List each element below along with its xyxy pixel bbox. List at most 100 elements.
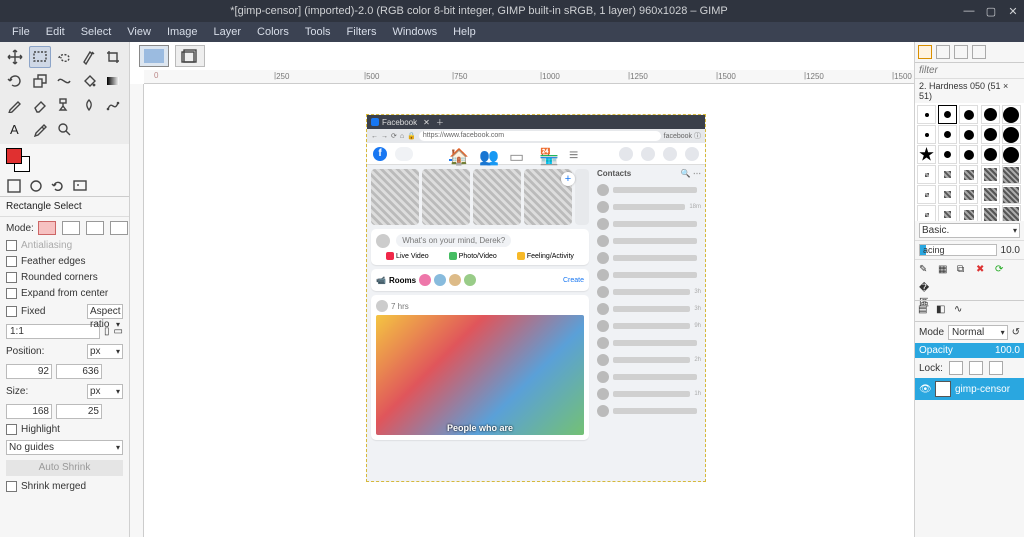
fg-color[interactable] <box>6 148 22 164</box>
brush-cell[interactable] <box>981 105 1000 124</box>
visibility-icon[interactable]: 👁 <box>919 384 931 395</box>
tab-patterns[interactable] <box>936 45 950 59</box>
highlight-checkbox[interactable] <box>6 424 17 435</box>
menu-filters[interactable]: Filters <box>339 24 385 40</box>
menu-image[interactable]: Image <box>159 24 206 40</box>
position-y[interactable]: 636 <box>56 364 102 379</box>
tab-channels[interactable]: ◧ <box>936 304 950 318</box>
brush-cell[interactable] <box>959 165 978 184</box>
spacing-slider[interactable]: acing <box>919 244 997 256</box>
menu-view[interactable]: View <box>119 24 159 40</box>
brush-cell[interactable] <box>1002 165 1021 184</box>
blend-mode-select[interactable]: Normal <box>948 325 1008 340</box>
path-tool[interactable] <box>102 94 124 116</box>
layer-name[interactable]: gimp-censor <box>955 384 1010 395</box>
tab-layers[interactable]: ▤ <box>918 304 932 318</box>
menu-select[interactable]: Select <box>73 24 120 40</box>
brush-cell[interactable] <box>981 125 1000 144</box>
rectangle-select-tool[interactable] <box>29 46 51 68</box>
rotate-tool[interactable] <box>4 70 26 92</box>
canvas-area[interactable]: Facebook ✕＋ ← → ⟳ ⌂ 🔒 https://www.facebo… <box>144 84 914 537</box>
color-swatches[interactable] <box>0 144 129 176</box>
opacity-slider[interactable]: Opacity 100.0 <box>915 343 1024 358</box>
brush-cell[interactable] <box>959 125 978 144</box>
open-as-image-icon[interactable]: �區 <box>919 283 932 296</box>
brush-cell[interactable] <box>917 205 936 221</box>
tab-fonts[interactable] <box>954 45 968 59</box>
aspect-field[interactable]: 1:1 <box>6 324 100 339</box>
brush-cell[interactable] <box>938 105 957 124</box>
menu-windows[interactable]: Windows <box>384 24 445 40</box>
gradient-tool[interactable] <box>102 70 124 92</box>
menu-tools[interactable]: Tools <box>297 24 339 40</box>
brush-cell[interactable] <box>938 145 957 164</box>
shrink-merged-checkbox[interactable] <box>6 481 17 492</box>
color-picker-tool[interactable] <box>29 118 51 140</box>
brush-cell[interactable] <box>1002 105 1021 124</box>
position-x[interactable]: 92 <box>6 364 52 379</box>
duplicate-brush-icon[interactable]: ⧉ <box>957 264 970 277</box>
refresh-brush-icon[interactable]: ⟳ <box>995 264 1008 277</box>
tab-paths[interactable]: ∿ <box>954 304 968 318</box>
eraser-tool[interactable] <box>29 94 51 116</box>
expand-checkbox[interactable] <box>6 288 17 299</box>
mode-add[interactable] <box>62 221 80 235</box>
brush-cell[interactable] <box>959 145 978 164</box>
delete-brush-icon[interactable]: ✖ <box>976 264 989 277</box>
lock-position[interactable] <box>969 361 983 375</box>
tab-history[interactable] <box>972 45 986 59</box>
free-select-tool[interactable] <box>53 46 75 68</box>
tab-images[interactable] <box>72 178 88 194</box>
brush-cell[interactable] <box>981 185 1000 204</box>
smudge-tool[interactable] <box>78 94 100 116</box>
brush-cell[interactable] <box>938 165 957 184</box>
move-tool[interactable] <box>4 46 26 68</box>
brush-cell[interactable] <box>959 205 978 221</box>
brush-filter-input[interactable] <box>919 65 1024 76</box>
mode-subtract[interactable] <box>86 221 104 235</box>
menu-edit[interactable]: Edit <box>38 24 73 40</box>
position-unit[interactable]: px <box>87 344 123 359</box>
tab-tool-options[interactable] <box>6 178 22 194</box>
feather-checkbox[interactable] <box>6 256 17 267</box>
rounded-checkbox[interactable] <box>6 272 17 283</box>
brush-cell[interactable] <box>1002 145 1021 164</box>
zoom-tool[interactable] <box>53 118 75 140</box>
menu-help[interactable]: Help <box>445 24 484 40</box>
pencil-tool[interactable] <box>4 94 26 116</box>
mode-intersect[interactable] <box>110 221 128 235</box>
scale-tool[interactable] <box>29 70 51 92</box>
brush-cell[interactable] <box>917 165 936 184</box>
tab-device-status[interactable] <box>28 178 44 194</box>
tab-undo-history[interactable] <box>50 178 66 194</box>
tab-brushes[interactable] <box>918 45 932 59</box>
ruler-vertical[interactable] <box>130 84 144 537</box>
brush-cell[interactable] <box>959 185 978 204</box>
mode-reset-icon[interactable]: ↺ <box>1012 327 1020 338</box>
brush-cell[interactable] <box>1002 205 1021 221</box>
brush-cell[interactable] <box>917 185 936 204</box>
brush-cell[interactable] <box>938 205 957 221</box>
layer-row[interactable]: 👁 gimp-censor <box>915 378 1024 400</box>
warp-tool[interactable] <box>53 70 75 92</box>
image-tab-2[interactable] <box>175 45 205 67</box>
edit-brush-icon[interactable]: ✎ <box>919 264 932 277</box>
guides-select[interactable]: No guides <box>6 440 123 455</box>
new-brush-icon[interactable]: ▦ <box>938 264 951 277</box>
size-w[interactable]: 168 <box>6 404 52 419</box>
brush-cell[interactable] <box>917 145 936 164</box>
brush-cell[interactable] <box>917 105 936 124</box>
auto-shrink-button[interactable]: Auto Shrink <box>6 460 123 476</box>
bucket-fill-tool[interactable] <box>78 70 100 92</box>
minimize-button[interactable]: — <box>962 4 976 18</box>
size-unit[interactable]: px <box>87 384 123 399</box>
close-button[interactable]: ✕ <box>1006 4 1020 18</box>
canvas[interactable]: Facebook ✕＋ ← → ⟳ ⌂ 🔒 https://www.facebo… <box>366 114 706 482</box>
brush-preset-select[interactable]: Basic. <box>919 223 1020 238</box>
fuzzy-select-tool[interactable] <box>78 46 100 68</box>
brush-cell[interactable] <box>981 165 1000 184</box>
brush-cell[interactable] <box>981 205 1000 221</box>
text-tool[interactable]: A <box>4 118 26 140</box>
fixed-mode-select[interactable]: Aspect ratio <box>87 304 123 319</box>
ruler-horizontal[interactable]: 0 |250 |500 |750 |1000 |1250 |1500 |1250… <box>144 70 914 84</box>
